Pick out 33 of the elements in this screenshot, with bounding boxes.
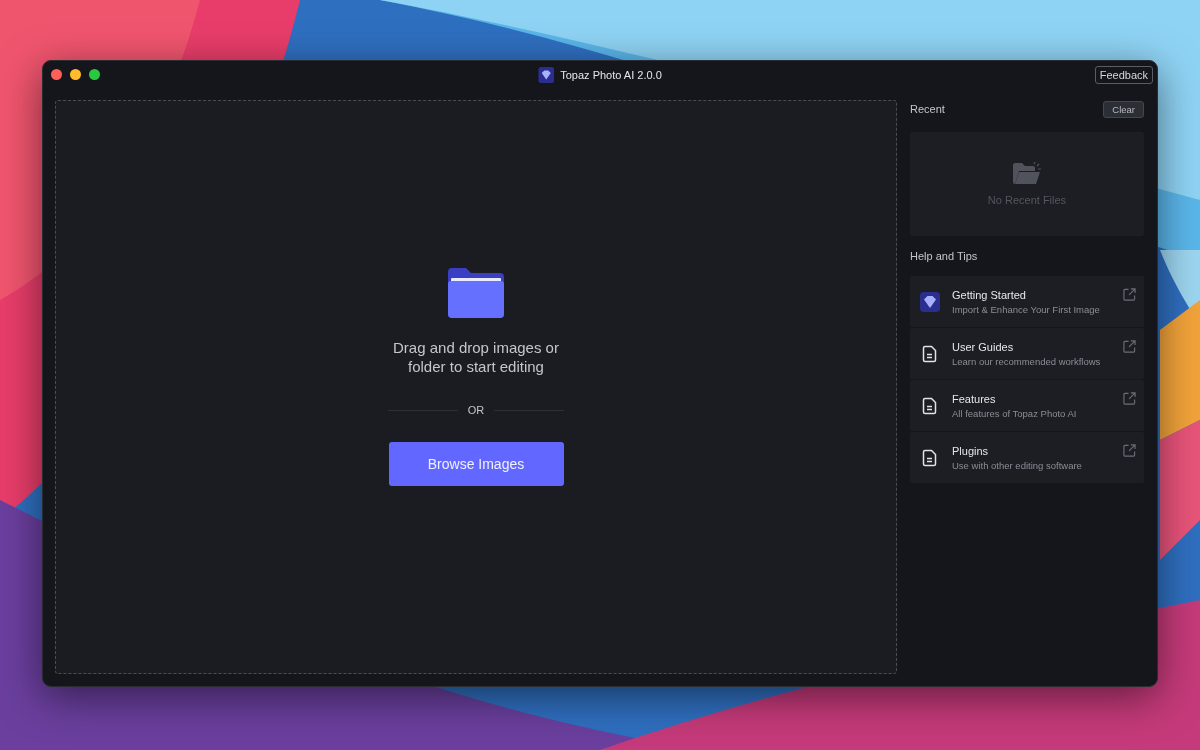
- or-separator: OR: [467, 404, 485, 416]
- external-link-icon: [1123, 392, 1136, 405]
- help-item-description: All features of Topaz Photo AI: [952, 407, 1078, 419]
- close-window-button[interactable]: [51, 69, 62, 80]
- folder-icon: [1012, 162, 1042, 186]
- external-link-icon: [1123, 340, 1136, 353]
- drop-zone[interactable]: Drag and drop images or folder to start editing OR Browse Images: [55, 100, 897, 674]
- clear-button[interactable]: Clear: [1103, 100, 1144, 118]
- help-link-item[interactable]: Getting Started Import & Enhance Your First Image: [910, 276, 1144, 327]
- help-item-title: Features: [952, 392, 997, 405]
- help-item-description: Use with other editing software: [952, 459, 1083, 471]
- help-link-item[interactable]: User Guides Learn our recommended workflows: [910, 328, 1144, 379]
- help-item-description: Import & Enhance Your First Image: [952, 303, 1101, 315]
- recent-heading: Recent: [910, 103, 945, 115]
- folder-icon: [448, 268, 504, 318]
- no-recent-files-text: No Recent Files: [987, 194, 1067, 206]
- help-item-title: Getting Started: [952, 288, 1027, 301]
- help-item-title: User Guides: [952, 340, 1015, 353]
- minimize-window-button[interactable]: [70, 69, 81, 80]
- diamond-logo-icon: [538, 66, 555, 83]
- help-link-item[interactable]: Plugins Use with other editing software: [910, 432, 1144, 483]
- help-item-title: Plugins: [952, 444, 990, 457]
- feedback-button[interactable]: Feedback: [1094, 65, 1153, 84]
- window-title: Topaz Photo AI 2.0.0: [560, 68, 662, 81]
- zoom-window-button[interactable]: [89, 69, 100, 80]
- diamond-logo-icon: [920, 291, 940, 312]
- drop-instructions: Drag and drop images or folder to start editing: [392, 338, 560, 376]
- external-link-icon: [1123, 288, 1136, 301]
- browse-images-button[interactable]: Browse Images: [388, 442, 564, 486]
- help-item-description: Learn our recommended workflows: [952, 355, 1102, 367]
- help-link-item[interactable]: Features All features of Topaz Photo AI: [910, 380, 1144, 431]
- external-link-icon: [1123, 444, 1136, 457]
- help-heading: Help and Tips: [910, 250, 979, 262]
